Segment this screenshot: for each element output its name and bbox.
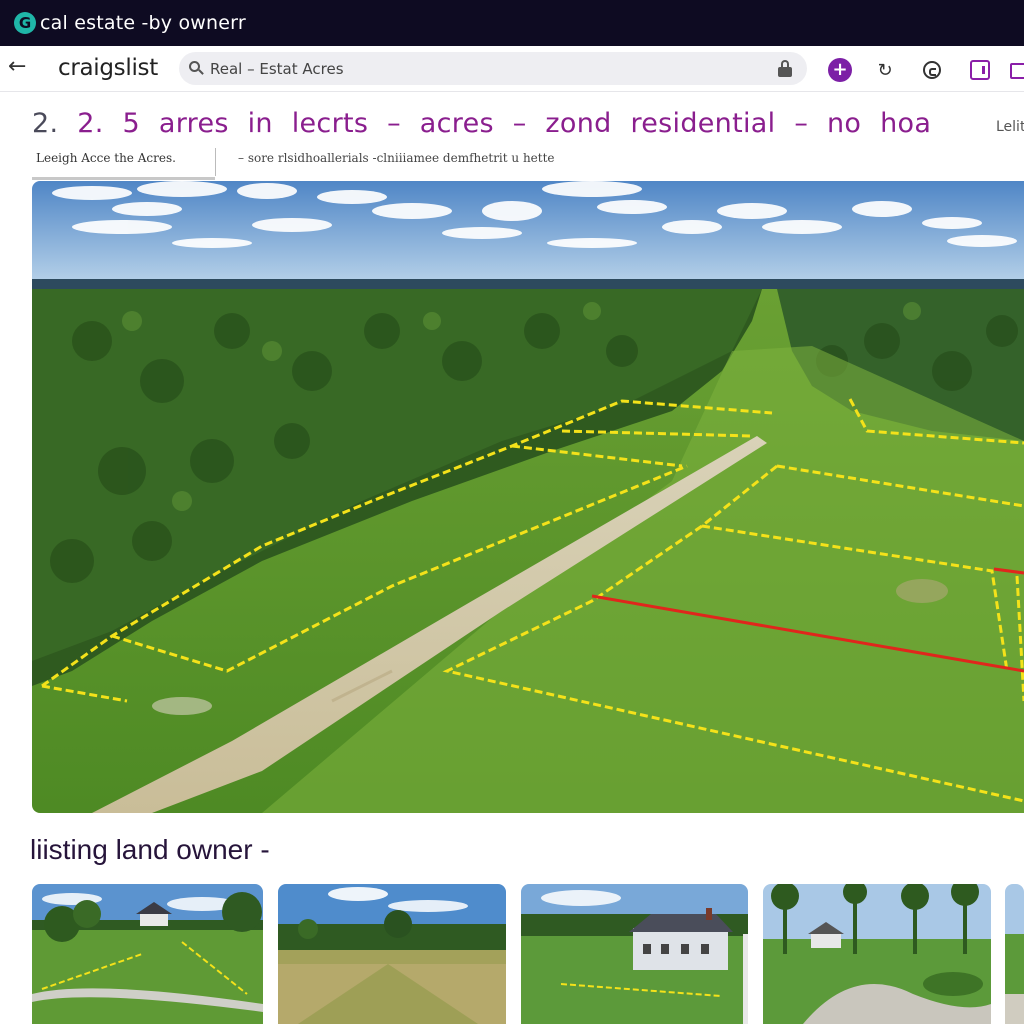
- listing-title-text: 2.: [32, 108, 59, 139]
- listing-thumbnail[interactable]: [32, 884, 263, 1024]
- refresh-icon[interactable]: ↻: [873, 58, 897, 82]
- listing-thumbnail[interactable]: [1005, 884, 1024, 1024]
- browser-toolbar: ← craigslist + ↻: [0, 46, 1024, 92]
- search-input[interactable]: [210, 59, 750, 78]
- app-logo-icon: G: [14, 12, 36, 34]
- window-title: cal estate -by ownerr: [40, 12, 246, 34]
- listing-thumbnail[interactable]: [763, 884, 991, 1024]
- site-brand[interactable]: craigslist: [58, 55, 158, 81]
- side-label[interactable]: Lelit: [996, 119, 1024, 135]
- tab-underline: [32, 177, 215, 180]
- folder-icon[interactable]: [1008, 58, 1024, 82]
- search-icon: [189, 61, 204, 76]
- sidebar-panel-icon[interactable]: [968, 58, 992, 82]
- add-button[interactable]: +: [828, 58, 852, 82]
- back-arrow-icon[interactable]: ←: [8, 56, 32, 80]
- subtitle-right: – sore rlsidhoallerials -clniiiamee demf…: [238, 151, 555, 165]
- listing-title-main: 2. 5 arres in lecrts – acres – zond resi…: [77, 108, 932, 139]
- history-icon[interactable]: [920, 58, 944, 82]
- lock-icon[interactable]: [777, 60, 793, 77]
- section-heading: liisting land owner -: [30, 834, 270, 865]
- search-bar[interactable]: [179, 52, 807, 85]
- divider: [215, 148, 216, 176]
- subtitle-left: Leeigh Acce the Acres.: [36, 151, 176, 165]
- listing-thumbnail[interactable]: [278, 884, 506, 1024]
- listing-thumbnail[interactable]: [521, 884, 748, 1024]
- listing-title: 2. 2. 5 arres in lecrts – acres – zond r…: [32, 108, 931, 139]
- listing-hero-photo[interactable]: [32, 181, 1024, 813]
- window-titlebar: G cal estate -by ownerr: [0, 0, 1024, 46]
